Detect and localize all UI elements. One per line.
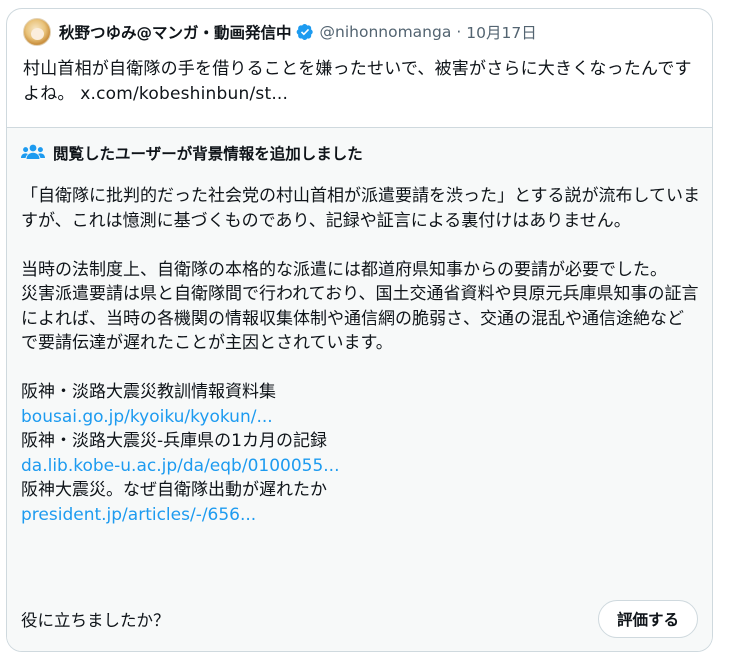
source-title: 阪神・淡路大震災教訓情報資料集 bbox=[21, 382, 276, 402]
source-title: 阪神大震災。なぜ自衛隊出動が遅れたか bbox=[21, 480, 327, 500]
verified-badge-icon bbox=[296, 23, 313, 41]
note-paragraph: 災害派遣要請は県と自衛隊間で行われており、国土交通省資料や貝原元兵庫県知事の証言… bbox=[21, 284, 699, 353]
note-header: 閲覧したユーザーが背景情報を追加しました bbox=[21, 128, 700, 178]
note-paragraph: 当時の法制度上、自衛隊の本格的な派遣には都道府県知事からの要請が必要でした。 bbox=[21, 259, 667, 280]
source-link[interactable]: bousai.go.jp/kyoiku/kyokun/... bbox=[21, 405, 700, 430]
display-name[interactable]: 秋野つゆみ@マンガ・動画発信中 bbox=[59, 21, 292, 43]
people-icon bbox=[21, 144, 45, 159]
community-note: 閲覧したユーザーが背景情報を追加しました 「自衛隊に批判的だった社会党の村山首相… bbox=[7, 127, 712, 651]
note-body: 「自衛隊に批判的だった社会党の村山首相が派遣要請を渋った」とする説が流布していま… bbox=[21, 178, 700, 527]
helpful-question: 役に立ちましたか？ bbox=[21, 611, 170, 630]
post-date[interactable]: 10月17日 bbox=[466, 21, 536, 43]
helpful-row: 役に立ちましたか？ 評価する bbox=[21, 599, 698, 639]
handle[interactable]: @nihonnomanga bbox=[320, 23, 452, 41]
avatar[interactable] bbox=[23, 18, 51, 46]
source-title: 阪神・淡路大震災-兵庫県の1カ月の記録 bbox=[21, 431, 327, 451]
post-text: 村山首相が自衛隊の手を借りることを嫌ったせいで、被害がさらに大きくなったんですよ… bbox=[7, 45, 712, 117]
note-paragraph: 「自衛隊に批判的だった社会党の村山首相が派遣要請を渋った」とする説が流布していま… bbox=[21, 186, 700, 231]
note-title: 閲覧したユーザーが背景情報を追加しました bbox=[53, 145, 363, 163]
source-link[interactable]: da.lib.kobe-u.ac.jp/da/eqb/0100055... bbox=[21, 454, 700, 479]
post-header: 秋野つゆみ@マンガ・動画発信中 @nihonnomanga · 10月17日 bbox=[7, 9, 712, 46]
rate-button[interactable]: 評価する bbox=[597, 600, 698, 638]
separator-dot: · bbox=[456, 23, 462, 41]
quoted-post-card[interactable]: 秋野つゆみ@マンガ・動画発信中 @nihonnomanga · 10月17日 村… bbox=[6, 8, 713, 652]
source-link[interactable]: president.jp/articles/-/656... bbox=[21, 503, 700, 528]
post-link[interactable]: x.com/kobeshinbun/st... bbox=[80, 84, 288, 104]
